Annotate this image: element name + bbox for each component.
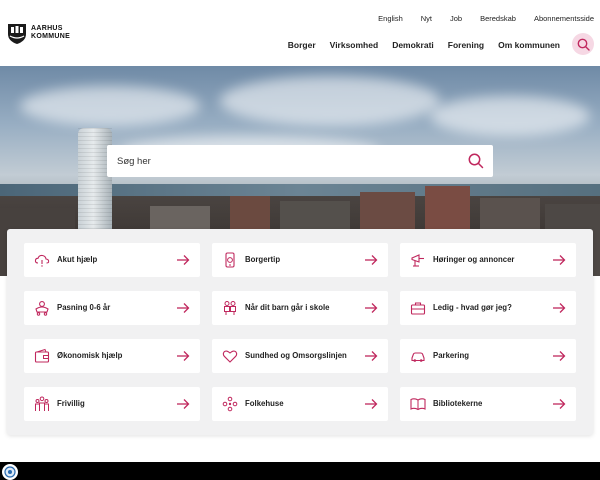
nav-item-forening[interactable]: Forening	[448, 40, 484, 50]
phone-tip-icon	[225, 252, 235, 268]
search-icon	[577, 38, 590, 51]
arrow-right-icon	[553, 255, 566, 265]
tile-ledig-hvad-goer-jeg[interactable]: Ledig - hvad gør jeg?	[400, 291, 576, 325]
nav-item-om-kommunen[interactable]: Om kommunen	[498, 40, 560, 50]
wallet-icon	[34, 348, 50, 363]
site-header: AARHUS KOMMUNE English Nyt Job Beredskab…	[0, 0, 600, 66]
tile-label: Akut hjælp	[57, 255, 98, 264]
logo-line-kommune: KOMMUNE	[31, 33, 71, 40]
cookie-settings-button[interactable]	[2, 464, 18, 480]
main-nav: Borger Virksomhed Demokrati Forening Om …	[274, 40, 560, 50]
megaphone-icon	[411, 254, 424, 267]
tile-bibliotekerne[interactable]: Bibliotekerne	[400, 387, 576, 421]
hero-search-bar[interactable]: Søg her	[107, 145, 493, 177]
util-link-english[interactable]: English	[378, 14, 403, 23]
quick-links-panel: Akut hjælp Borgertip Høringer og annonce…	[7, 229, 593, 435]
tile-folkehuse[interactable]: Folkehuse	[212, 387, 388, 421]
tile-label: Økonomisk hjælp	[57, 351, 123, 360]
tile-label: Frivillig	[57, 399, 85, 408]
tile-label: Bibliotekerne	[433, 399, 483, 408]
arrow-right-icon	[553, 303, 566, 313]
nav-item-borger[interactable]: Borger	[288, 40, 316, 50]
tile-sundhed-og-omsorgslinjen[interactable]: Sundhed og Omsorgslinjen	[212, 339, 388, 373]
arrow-right-icon	[177, 303, 190, 313]
tile-akut-hjaelp[interactable]: Akut hjælp	[24, 243, 200, 277]
tile-label: Sundhed og Omsorgslinjen	[245, 351, 347, 360]
tile-hoeringer-og-annoncer[interactable]: Høringer og annoncer	[400, 243, 576, 277]
aarhus-kommune-logo[interactable]: AARHUS KOMMUNE	[6, 17, 76, 49]
tile-label: Når dit barn går i skole	[245, 303, 330, 312]
car-icon	[411, 352, 425, 362]
tile-oekonomisk-hjaelp[interactable]: Økonomisk hjælp	[24, 339, 200, 373]
school-children-icon	[224, 301, 236, 315]
hero-cloud	[220, 76, 440, 126]
nav-item-demokrati[interactable]: Demokrati	[392, 40, 434, 50]
search-input[interactable]: Søg her	[117, 156, 151, 167]
arrow-right-icon	[553, 351, 566, 361]
city-seal-icon	[8, 24, 26, 44]
arrow-right-icon	[365, 303, 378, 313]
briefcase-icon	[410, 302, 426, 315]
arrow-right-icon	[365, 255, 378, 265]
community-icon	[222, 396, 238, 412]
tile-frivillig[interactable]: Frivillig	[24, 387, 200, 421]
book-icon	[410, 398, 426, 411]
heart-icon	[222, 350, 238, 363]
nav-item-virksomhed[interactable]: Virksomhed	[330, 40, 379, 50]
arrow-right-icon	[365, 351, 378, 361]
tile-label: Folkehuse	[245, 399, 284, 408]
hero-cloud	[430, 96, 590, 136]
arrow-right-icon	[177, 351, 190, 361]
util-link-beredskab[interactable]: Beredskab	[480, 14, 516, 23]
tile-label: Ledig - hvad gør jeg?	[433, 303, 512, 312]
footer-strip	[0, 462, 600, 480]
arrow-right-icon	[553, 399, 566, 409]
arrow-right-icon	[365, 399, 378, 409]
logo-wordmark: AARHUS KOMMUNE	[31, 25, 70, 41]
arrow-right-icon	[177, 255, 190, 265]
tile-naar-dit-barn-gaar-i-skole[interactable]: Når dit barn går i skole	[212, 291, 388, 325]
hero-cloud	[20, 86, 200, 126]
tile-borgertip[interactable]: Borgertip	[212, 243, 388, 277]
util-link-nyt[interactable]: Nyt	[421, 14, 432, 23]
search-icon[interactable]	[467, 152, 485, 170]
stroller-icon	[35, 301, 49, 316]
logo-line-aarhus: AARHUS	[31, 25, 63, 32]
tile-label: Parkering	[433, 351, 469, 360]
arrow-right-icon	[177, 399, 190, 409]
people-group-icon	[35, 396, 49, 411]
tile-label: Pasning 0-6 år	[57, 303, 111, 312]
tile-label: Borgertip	[245, 255, 281, 264]
util-link-abonnementsside[interactable]: Abonnementsside	[534, 14, 594, 23]
header-search-button[interactable]	[572, 33, 594, 55]
cloud-warning-icon	[34, 254, 50, 267]
tile-parkering[interactable]: Parkering	[400, 339, 576, 373]
utility-nav: English Nyt Job Beredskab Abonnementssid…	[360, 14, 594, 23]
tile-pasning-0-6-aar[interactable]: Pasning 0-6 år	[24, 291, 200, 325]
tile-label: Høringer og annoncer	[433, 255, 515, 264]
cookie-settings-icon	[4, 466, 16, 478]
util-link-job[interactable]: Job	[450, 14, 462, 23]
